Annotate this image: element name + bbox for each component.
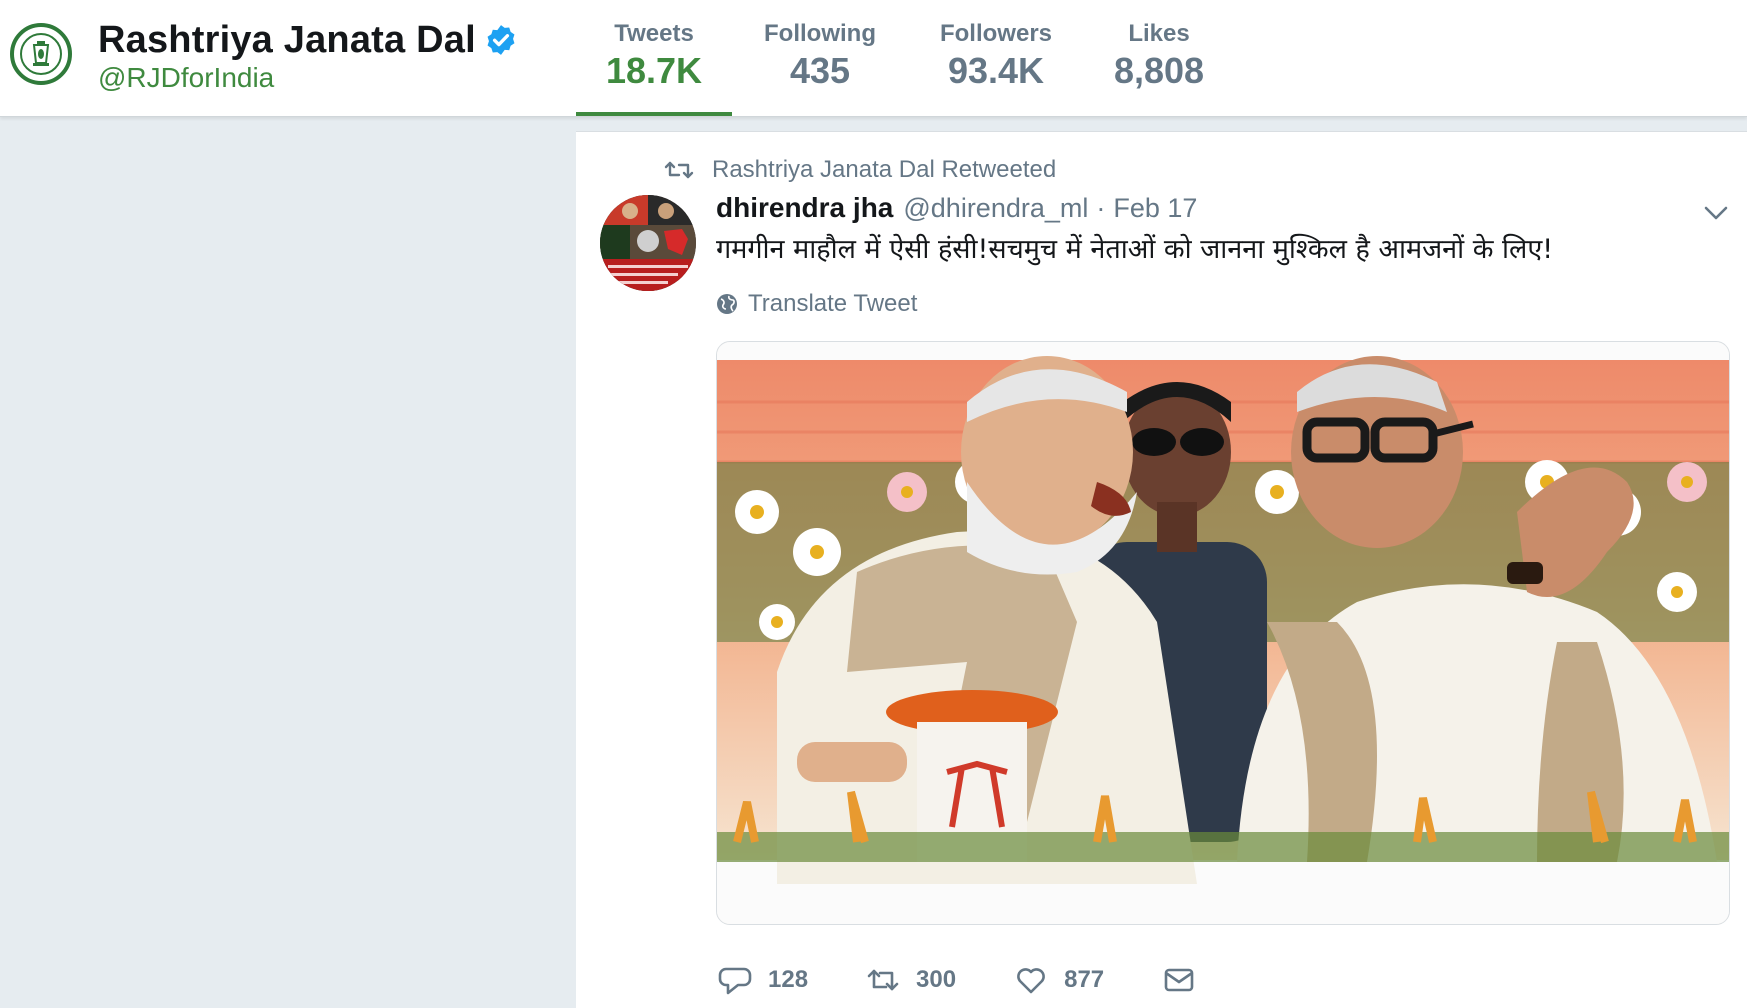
author-handle[interactable]: @dhirendra_ml: [903, 193, 1088, 224]
retweet-notice[interactable]: Rashtriya Janata Dal Retweeted: [712, 156, 1056, 184]
retweet-context: Rashtriya Janata Dal Retweeted: [664, 154, 1056, 186]
translate-tweet-link[interactable]: Translate Tweet: [716, 287, 917, 321]
lantern-logo-icon[interactable]: [10, 23, 72, 85]
globe-icon: [717, 294, 737, 314]
photo-two-leaders-laughing-icon: [717, 342, 1729, 924]
stat-label: Following: [764, 20, 876, 47]
separator-dot: ·: [1096, 193, 1106, 223]
timeline-column: Rashtriya Janata Dal Retweeted dhirendra…: [576, 131, 1747, 1008]
tweet-header: dhirendra jha @dhirendra_ml · Feb 17: [716, 192, 1197, 228]
reply-icon: [718, 967, 752, 995]
author-avatar[interactable]: [600, 195, 696, 291]
tweet-text: गमगीन माहौल में ऐसी हंसी!सचमुच में नेताओ…: [716, 234, 1554, 265]
heart-icon: [1017, 968, 1045, 994]
stat-following[interactable]: Following 435: [732, 0, 908, 116]
stat-likes[interactable]: Likes 8,808: [1084, 0, 1234, 116]
chevron-down-icon[interactable]: [1703, 204, 1729, 222]
profile-handle[interactable]: @RJDforIndia: [98, 62, 274, 94]
retweet-count: 300: [916, 966, 957, 993]
reply-button[interactable]: 128: [718, 963, 808, 997]
stat-followers[interactable]: Followers 93.4K: [908, 0, 1084, 116]
retweet-icon: [664, 161, 694, 179]
translate-label: Translate Tweet: [748, 290, 918, 317]
author-name[interactable]: dhirendra jha: [716, 192, 893, 224]
tweet-date[interactable]: Feb 17: [1113, 193, 1197, 224]
verified-badge-icon: [487, 25, 515, 55]
profile-header: Rashtriya Janata Dal @RJDforIndia Tweets…: [0, 0, 1747, 117]
stat-label: Likes: [1128, 20, 1190, 47]
tweet-photo[interactable]: [716, 341, 1730, 925]
profile-stats-nav: Tweets 18.7K Following 435 Followers 93.…: [576, 0, 1234, 116]
like-button[interactable]: 877: [1014, 963, 1104, 997]
stat-label: Followers: [939, 20, 1053, 47]
reply-count: 128: [768, 966, 809, 993]
like-count: 877: [1064, 966, 1105, 993]
stat-value: 8,808: [1113, 50, 1205, 91]
envelope-icon: [1164, 968, 1194, 992]
stat-value: 435: [789, 50, 851, 91]
stat-tweets[interactable]: Tweets 18.7K: [576, 0, 732, 116]
profile-name-row: Rashtriya Janata Dal: [98, 16, 518, 64]
stat-value: 18.7K: [605, 50, 703, 91]
direct-message-button[interactable]: [1162, 963, 1196, 997]
tweet-actions: 128 300 877: [718, 956, 1254, 1004]
retweet-icon: [867, 969, 899, 991]
retweet-button[interactable]: 300: [866, 963, 956, 997]
stat-value: 93.4K: [947, 50, 1045, 91]
profile-name[interactable]: Rashtriya Janata Dal: [98, 19, 476, 62]
stat-label: Tweets: [614, 20, 694, 47]
